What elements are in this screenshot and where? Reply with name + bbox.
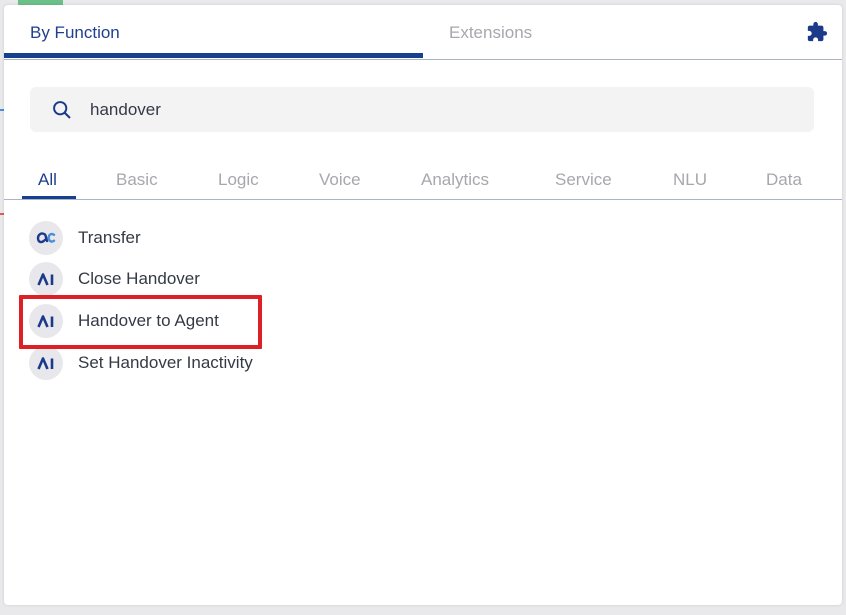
category-tabs: All Basic Logic Voice Analytics Service … [4, 165, 842, 200]
search-input[interactable] [90, 87, 790, 132]
list-item-label: Handover to Agent [78, 311, 219, 330]
list-item-transfer[interactable]: Transfer [29, 221, 141, 255]
ai-logo-icon [29, 346, 63, 380]
tab-by-function[interactable]: By Function [30, 5, 120, 60]
tab-nlu[interactable]: NLU [673, 170, 707, 190]
tab-service[interactable]: Service [555, 170, 612, 190]
active-tab-indicator [4, 53, 423, 58]
ai-logo-icon [29, 304, 63, 338]
top-tabs: By Function Extensions [4, 5, 842, 60]
list-item-close-handover[interactable]: Close Handover [29, 262, 200, 296]
tab-basic[interactable]: Basic [116, 170, 158, 190]
search-icon [53, 101, 71, 119]
list-item-set-handover-inactivity[interactable]: Set Handover Inactivity [29, 346, 253, 380]
tab-all[interactable]: All [38, 170, 57, 190]
tab-extensions[interactable]: Extensions [449, 5, 532, 60]
list-item-handover-to-agent[interactable]: Handover to Agent [29, 304, 219, 338]
tab-logic[interactable]: Logic [218, 170, 259, 190]
tab-data[interactable]: Data [766, 170, 802, 190]
list-item-label: Close Handover [78, 269, 200, 288]
tab-analytics[interactable]: Analytics [421, 170, 489, 190]
ac-logo-icon [29, 221, 63, 255]
list-item-label: Set Handover Inactivity [78, 353, 253, 372]
active-category-indicator [22, 196, 76, 199]
list-item-label: Transfer [78, 228, 141, 247]
ai-logo-icon [29, 262, 63, 296]
search-box [30, 87, 814, 132]
node-picker-panel: By Function Extensions All Basic Logic V… [4, 5, 842, 605]
puzzle-icon[interactable] [806, 21, 828, 43]
tab-voice[interactable]: Voice [319, 170, 361, 190]
